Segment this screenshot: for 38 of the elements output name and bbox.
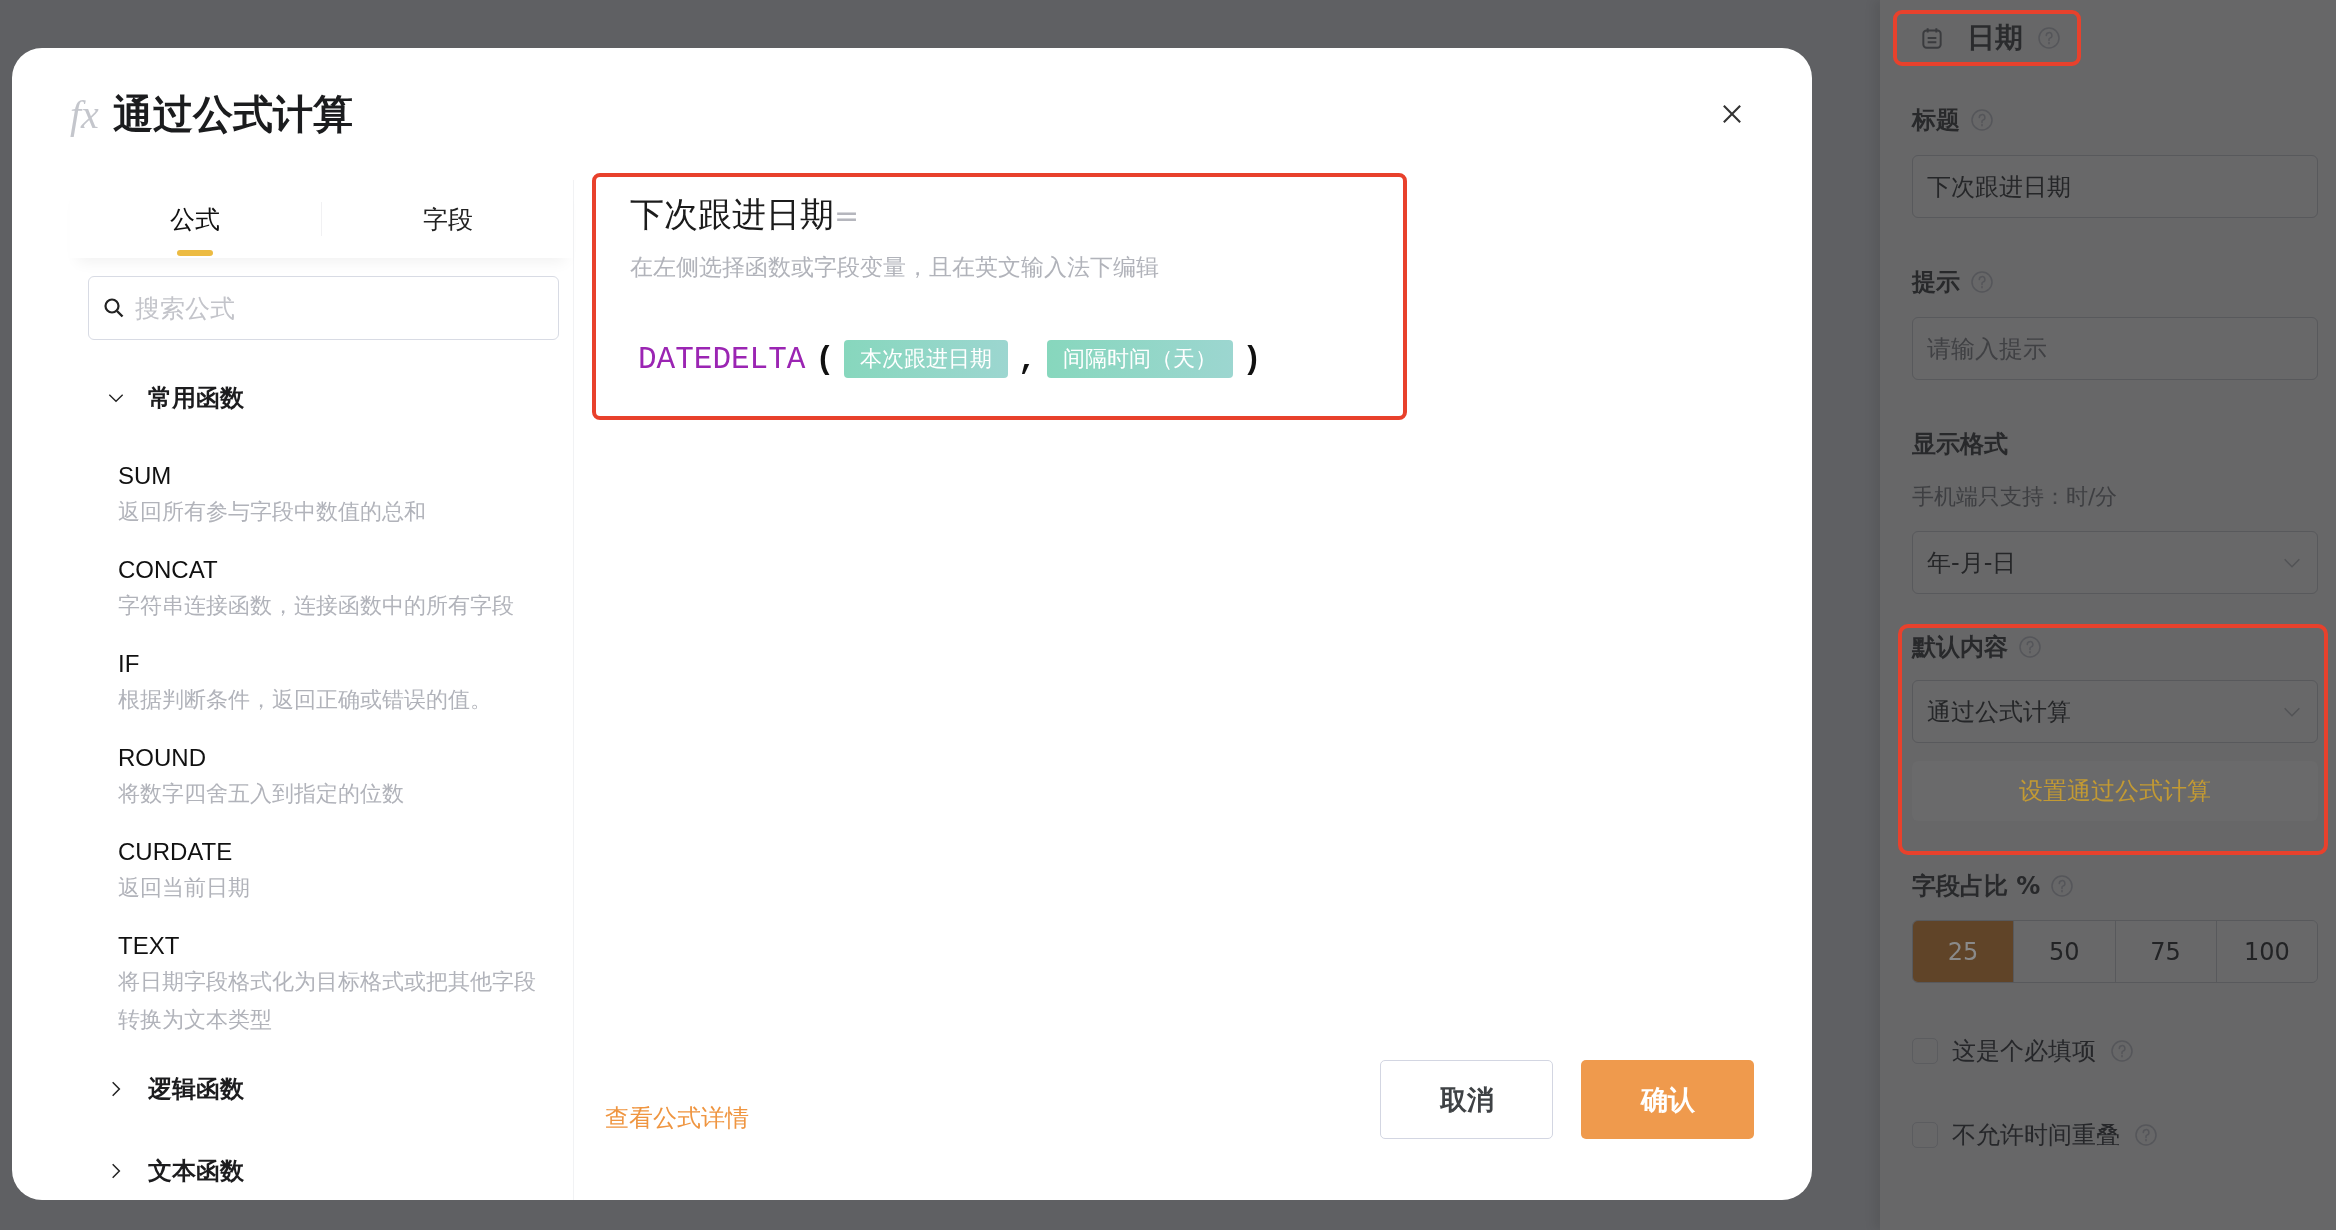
tab[interactable]: 字段 xyxy=(322,180,573,258)
checkbox-label: 不允许时间重叠 xyxy=(1952,1120,2120,1151)
field-label: 字段占比 % xyxy=(1912,871,2041,902)
search-icon xyxy=(102,296,126,320)
group-title[interactable]: 文本函数 xyxy=(148,1155,244,1187)
function-description: 返回当前日期 xyxy=(118,874,251,902)
section-title: 日期 xyxy=(1967,20,2023,56)
group-title[interactable]: 逻辑函数 xyxy=(148,1073,244,1105)
function-description: 返回所有参与字段中数值的总和 xyxy=(118,498,427,526)
function-name[interactable]: CURDATE xyxy=(118,835,573,869)
function-description: 将数字四舍五入到指定的位数 xyxy=(118,780,405,808)
calendar-icon xyxy=(1919,25,1945,51)
function-token: DATEDELTA xyxy=(638,341,806,377)
fx-icon: fx xyxy=(70,90,99,138)
function-name[interactable]: CONCAT xyxy=(118,553,573,587)
function-name[interactable]: ROUND xyxy=(118,741,573,775)
field-label: 提示 xyxy=(1912,267,1960,298)
dialog-title: 通过公式计算 xyxy=(112,89,353,139)
comma: , xyxy=(1018,341,1037,377)
function-description: 将日期字段格式化为目标格式或把其他字段转换为文本类型 xyxy=(118,968,537,1034)
function-name[interactable]: TEXT xyxy=(118,929,573,963)
target-field-name: 下次跟进日期 xyxy=(630,194,834,234)
field-label: 默认内容 xyxy=(1912,632,2008,663)
function-name[interactable]: SUM xyxy=(118,459,573,493)
hint-text: 在左侧选择函数或字段变量，且在英文输入法下编辑 xyxy=(630,253,1160,282)
parenthesis: ) xyxy=(1242,341,1262,377)
function-name[interactable]: IF xyxy=(118,647,573,681)
field-label: 显示格式 xyxy=(1912,429,2008,460)
search-field[interactable]: 搜索公式 xyxy=(88,276,559,340)
equals-sign: = xyxy=(834,198,860,233)
cancel-button[interactable]: 取消 xyxy=(1380,1060,1553,1139)
checkbox-label: 这是个必填项 xyxy=(1952,1036,2096,1067)
group-title[interactable]: 常用函数 xyxy=(148,382,244,414)
function-description: 根据判断条件，返回正确或错误的值。 xyxy=(118,686,493,714)
tab[interactable]: 公式 xyxy=(70,180,321,258)
function-description: 字符串连接函数，连接函数中的所有字段 xyxy=(118,592,515,620)
field-label: 标题 xyxy=(1912,105,1960,136)
parenthesis: ( xyxy=(815,341,835,377)
